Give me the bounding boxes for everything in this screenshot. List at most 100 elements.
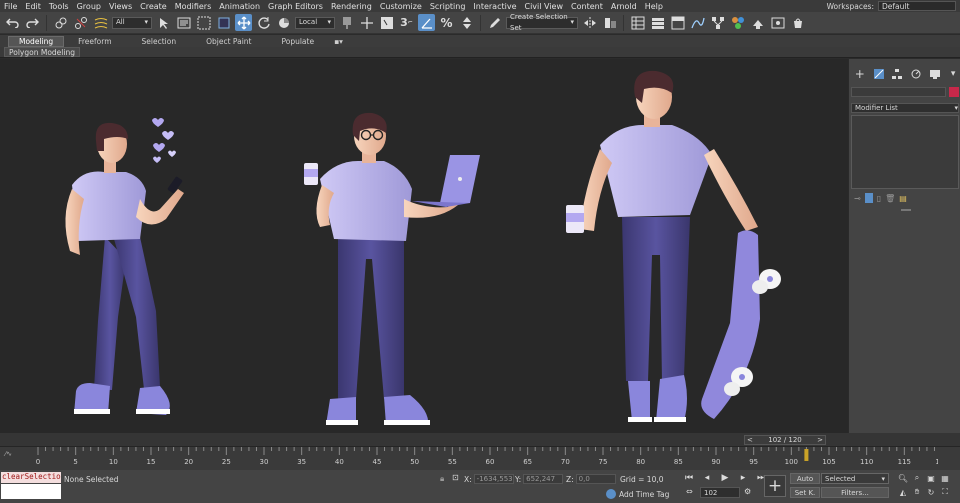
modify-tab-icon[interactable]: [871, 67, 887, 80]
spinner-snap-icon[interactable]: [458, 14, 475, 31]
align-icon[interactable]: [601, 14, 618, 31]
tab-freeform[interactable]: Freeform: [64, 37, 127, 46]
configure-modifier-sets-icon[interactable]: ▤: [899, 194, 907, 203]
select-object-icon[interactable]: [155, 14, 172, 31]
zoom-all-icon[interactable]: ⌕: [911, 472, 923, 484]
angle-snap-icon[interactable]: [418, 14, 435, 31]
play-icon[interactable]: ▶: [718, 472, 732, 484]
menu-item-modifiers[interactable]: Modifiers: [171, 2, 216, 11]
next-key-icon[interactable]: ▸: [736, 472, 750, 484]
menu-item-civil-view[interactable]: Civil View: [521, 2, 568, 11]
toggle-ribbon-icon[interactable]: [669, 14, 686, 31]
create-tab-icon[interactable]: +: [852, 67, 868, 81]
rendered-frame-window-icon[interactable]: [769, 14, 786, 31]
ribbon-options-icon[interactable]: ▪▾: [330, 37, 347, 46]
field-of-view-icon[interactable]: ◭: [897, 486, 909, 498]
remove-modifier-icon[interactable]: 🗑: [885, 194, 895, 203]
show-end-result-icon[interactable]: [864, 193, 873, 203]
tab-populate[interactable]: Populate: [267, 37, 330, 46]
zoom-icon[interactable]: 🔍︎: [897, 472, 909, 484]
time-config-icon[interactable]: ⚙: [744, 487, 751, 496]
selection-filter-dropdown[interactable]: All ▾: [112, 16, 152, 29]
pivot-center-icon[interactable]: [338, 14, 355, 31]
tab-selection[interactable]: Selection: [128, 37, 193, 46]
previous-key-icon[interactable]: ◂: [700, 472, 714, 484]
menu-item-group[interactable]: Group: [73, 2, 105, 11]
scale-icon[interactable]: [275, 14, 292, 31]
percent-snap-icon[interactable]: %: [438, 14, 455, 31]
auto-key-button[interactable]: Auto: [790, 473, 820, 484]
lock-selection-icon[interactable]: 🔒︎: [440, 474, 444, 484]
track-bar[interactable]: ⁄∿ 0 5 10 15 20 25 30 35 40 45 50 55 60 65 70 75 80 85 90 9…: [0, 446, 960, 470]
render-setup-icon[interactable]: [749, 14, 766, 31]
menu-item-scripting[interactable]: Scripting: [426, 2, 470, 11]
select-by-name-icon[interactable]: [175, 14, 192, 31]
move-icon[interactable]: [235, 14, 252, 31]
menu-item-customize[interactable]: Customize: [376, 2, 426, 11]
mirror-icon[interactable]: [581, 14, 598, 31]
menu-item-interactive[interactable]: Interactive: [469, 2, 520, 11]
object-color-swatch[interactable]: [949, 87, 959, 97]
utilities-tab-icon[interactable]: ▾: [945, 67, 960, 80]
time-slider[interactable]: < 102 / 120 >: [0, 433, 960, 446]
bind-space-warp-icon[interactable]: [92, 14, 109, 31]
current-frame-field[interactable]: 102: [700, 487, 740, 498]
x-field[interactable]: -1634,553: [473, 474, 514, 484]
keyboard-shortcut-override-icon[interactable]: [378, 14, 395, 31]
window-crossing-icon[interactable]: [215, 14, 232, 31]
mini-curve-editor-icon[interactable]: ⁄∿: [5, 450, 19, 462]
zoom-extents-all-icon[interactable]: ▦: [939, 472, 951, 484]
add-time-tag[interactable]: Add Time Tag: [606, 489, 669, 499]
pan-icon[interactable]: ✋︎: [911, 486, 923, 498]
orbit-icon[interactable]: ↻: [925, 486, 937, 498]
time-slider-thumb[interactable]: < 102 / 120 >: [744, 435, 826, 445]
maxscript-listener-output[interactable]: clearSelection: [1, 472, 61, 483]
perspective-viewport[interactable]: [0, 59, 848, 433]
link-icon[interactable]: [52, 14, 69, 31]
modifier-list-dropdown[interactable]: Modifier List ▾: [851, 103, 959, 113]
menu-item-help[interactable]: Help: [641, 2, 667, 11]
current-frame-marker[interactable]: [804, 449, 809, 461]
edit-named-selection-icon[interactable]: [486, 14, 503, 31]
menu-item-edit[interactable]: Edit: [21, 2, 45, 11]
menu-item-content[interactable]: Content: [567, 2, 607, 11]
menu-item-tools[interactable]: Tools: [45, 2, 73, 11]
select-manipulate-icon[interactable]: [358, 14, 375, 31]
absolute-mode-icon[interactable]: ⊡: [452, 473, 459, 482]
key-filter-dropdown[interactable]: Selected ▾: [821, 473, 889, 484]
next-frame-icon[interactable]: >: [817, 436, 825, 445]
workspace-dropdown[interactable]: Default: [878, 1, 956, 11]
named-selection-set-dropdown[interactable]: Create Selection Set ▾: [506, 13, 578, 32]
menu-item-animation[interactable]: Animation: [215, 2, 264, 11]
hierarchy-tab-icon[interactable]: [889, 67, 905, 80]
polygon-modeling-panel[interactable]: Polygon Modeling: [4, 47, 80, 57]
menu-item-views[interactable]: Views: [105, 2, 136, 11]
snap-toggle-icon[interactable]: 3 ⌐: [398, 14, 415, 31]
object-name-field[interactable]: [851, 87, 946, 97]
material-editor-icon[interactable]: [729, 14, 746, 31]
maximize-viewport-icon[interactable]: ⛶: [939, 486, 951, 498]
set-key-icon[interactable]: +: [764, 475, 786, 497]
tab-modeling[interactable]: Modeling: [8, 35, 65, 47]
prev-frame-icon[interactable]: <: [745, 436, 753, 445]
menu-item-rendering[interactable]: Rendering: [327, 2, 376, 11]
zoom-extents-icon[interactable]: ▣: [925, 472, 937, 484]
schematic-view-icon[interactable]: [709, 14, 726, 31]
menu-item-file[interactable]: File: [0, 2, 21, 11]
set-key-button[interactable]: Set K.: [790, 487, 820, 498]
render-production-icon[interactable]: [789, 14, 806, 31]
menu-item-graph-editors[interactable]: Graph Editors: [264, 2, 327, 11]
menu-item-arnold[interactable]: Arnold: [607, 2, 641, 11]
reference-coordinate-dropdown[interactable]: Local ▾: [295, 16, 335, 29]
curve-editor-icon[interactable]: [689, 14, 706, 31]
key-filters-button[interactable]: Filters...: [821, 487, 889, 498]
y-field[interactable]: 652,247: [523, 474, 564, 484]
panel-grip[interactable]: [901, 209, 911, 211]
unlink-icon[interactable]: [72, 14, 89, 31]
scene-explorer-icon[interactable]: [629, 14, 646, 31]
motion-tab-icon[interactable]: [908, 67, 924, 80]
menu-item-create[interactable]: Create: [136, 2, 171, 11]
redo-icon[interactable]: [24, 14, 41, 31]
go-to-start-icon[interactable]: ⏮: [682, 472, 696, 484]
rotate-icon[interactable]: [255, 14, 272, 31]
